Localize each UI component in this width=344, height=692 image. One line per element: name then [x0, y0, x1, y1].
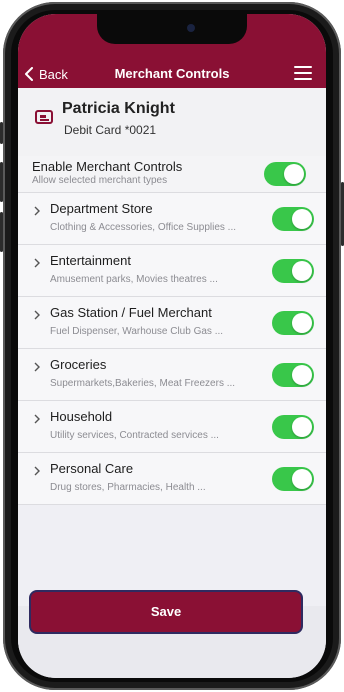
- merchant-subtitle: Supermarkets,Bakeries, Meat Freezers ...: [50, 378, 236, 389]
- master-toggle-row: Enable Merchant Controls Allow selected …: [18, 156, 326, 193]
- credit-card-icon: [35, 110, 53, 124]
- merchant-subtitle: Fuel Dispenser, Warhouse Club Gas ...: [50, 326, 224, 337]
- toggle-knob: [292, 365, 312, 385]
- merchant-toggle[interactable]: [272, 415, 314, 439]
- chevron-right-icon: [34, 362, 40, 372]
- merchant-toggle[interactable]: [272, 363, 314, 387]
- toggle-knob: [292, 469, 312, 489]
- merchant-row-personal-care[interactable]: Personal Care Drug stores, Pharmacies, H…: [18, 453, 326, 505]
- merchant-subtitle: Utility services, Contracted services ..…: [50, 430, 219, 441]
- merchant-title: Department Store: [50, 201, 153, 216]
- merchant-toggle[interactable]: [272, 259, 314, 283]
- hamburger-menu-icon[interactable]: [294, 66, 312, 80]
- app-screen: Back Merchant Controls Patricia Knight D…: [18, 14, 326, 678]
- chevron-right-icon: [34, 414, 40, 424]
- merchant-subtitle: Amusement parks, Movies theatres ...: [50, 274, 218, 285]
- phone-volume-up: [0, 162, 3, 202]
- phone-silent-switch: [0, 122, 3, 144]
- merchant-title: Household: [50, 409, 113, 424]
- card-number-label: Debit Card *0021: [64, 123, 157, 137]
- merchant-row-groceries[interactable]: Groceries Supermarkets,Bakeries, Meat Fr…: [18, 349, 326, 401]
- card-header: Patricia Knight Debit Card *0021: [18, 88, 326, 157]
- page-title: Merchant Controls: [114, 66, 230, 81]
- merchant-row-entertainment[interactable]: Entertainment Amusement parks, Movies th…: [18, 245, 326, 297]
- toggle-knob: [292, 313, 312, 333]
- merchant-title: Entertainment: [50, 253, 131, 268]
- merchant-row-gas-station[interactable]: Gas Station / Fuel Merchant Fuel Dispens…: [18, 297, 326, 349]
- merchant-row-household[interactable]: Household Utility services, Contracted s…: [18, 401, 326, 453]
- merchant-title: Gas Station / Fuel Merchant: [50, 305, 212, 320]
- merchant-toggle[interactable]: [272, 207, 314, 231]
- toggle-knob: [284, 164, 304, 184]
- merchant-toggle[interactable]: [272, 311, 314, 335]
- save-button[interactable]: Save: [31, 592, 301, 632]
- master-toggle[interactable]: [264, 162, 306, 186]
- toggle-knob: [292, 261, 312, 281]
- nav-bar: Back Merchant Controls: [18, 60, 326, 88]
- chevron-right-icon: [34, 258, 40, 268]
- toggle-knob: [292, 209, 312, 229]
- merchant-row-department-store[interactable]: Department Store Clothing & Accessories,…: [18, 193, 326, 245]
- merchant-subtitle: Clothing & Accessories, Office Supplies …: [50, 222, 237, 233]
- chevron-right-icon: [34, 466, 40, 476]
- phone-notch: [97, 14, 247, 44]
- master-subtitle: Allow selected merchant types: [32, 175, 168, 186]
- status-bar: [18, 14, 326, 60]
- merchant-title: Personal Care: [50, 461, 134, 476]
- camera-icon: [187, 24, 195, 32]
- merchant-list: Enable Merchant Controls Allow selected …: [18, 156, 326, 505]
- merchant-title: Groceries: [50, 357, 107, 372]
- master-title: Enable Merchant Controls: [32, 159, 183, 174]
- chevron-right-icon: [34, 310, 40, 320]
- card-holder-name: Patricia Knight: [62, 100, 175, 117]
- toggle-knob: [292, 417, 312, 437]
- merchant-toggle[interactable]: [272, 467, 314, 491]
- phone-volume-down: [0, 212, 3, 252]
- merchant-subtitle: Drug stores, Pharmacies, Health ...: [50, 482, 206, 493]
- chevron-right-icon: [34, 206, 40, 216]
